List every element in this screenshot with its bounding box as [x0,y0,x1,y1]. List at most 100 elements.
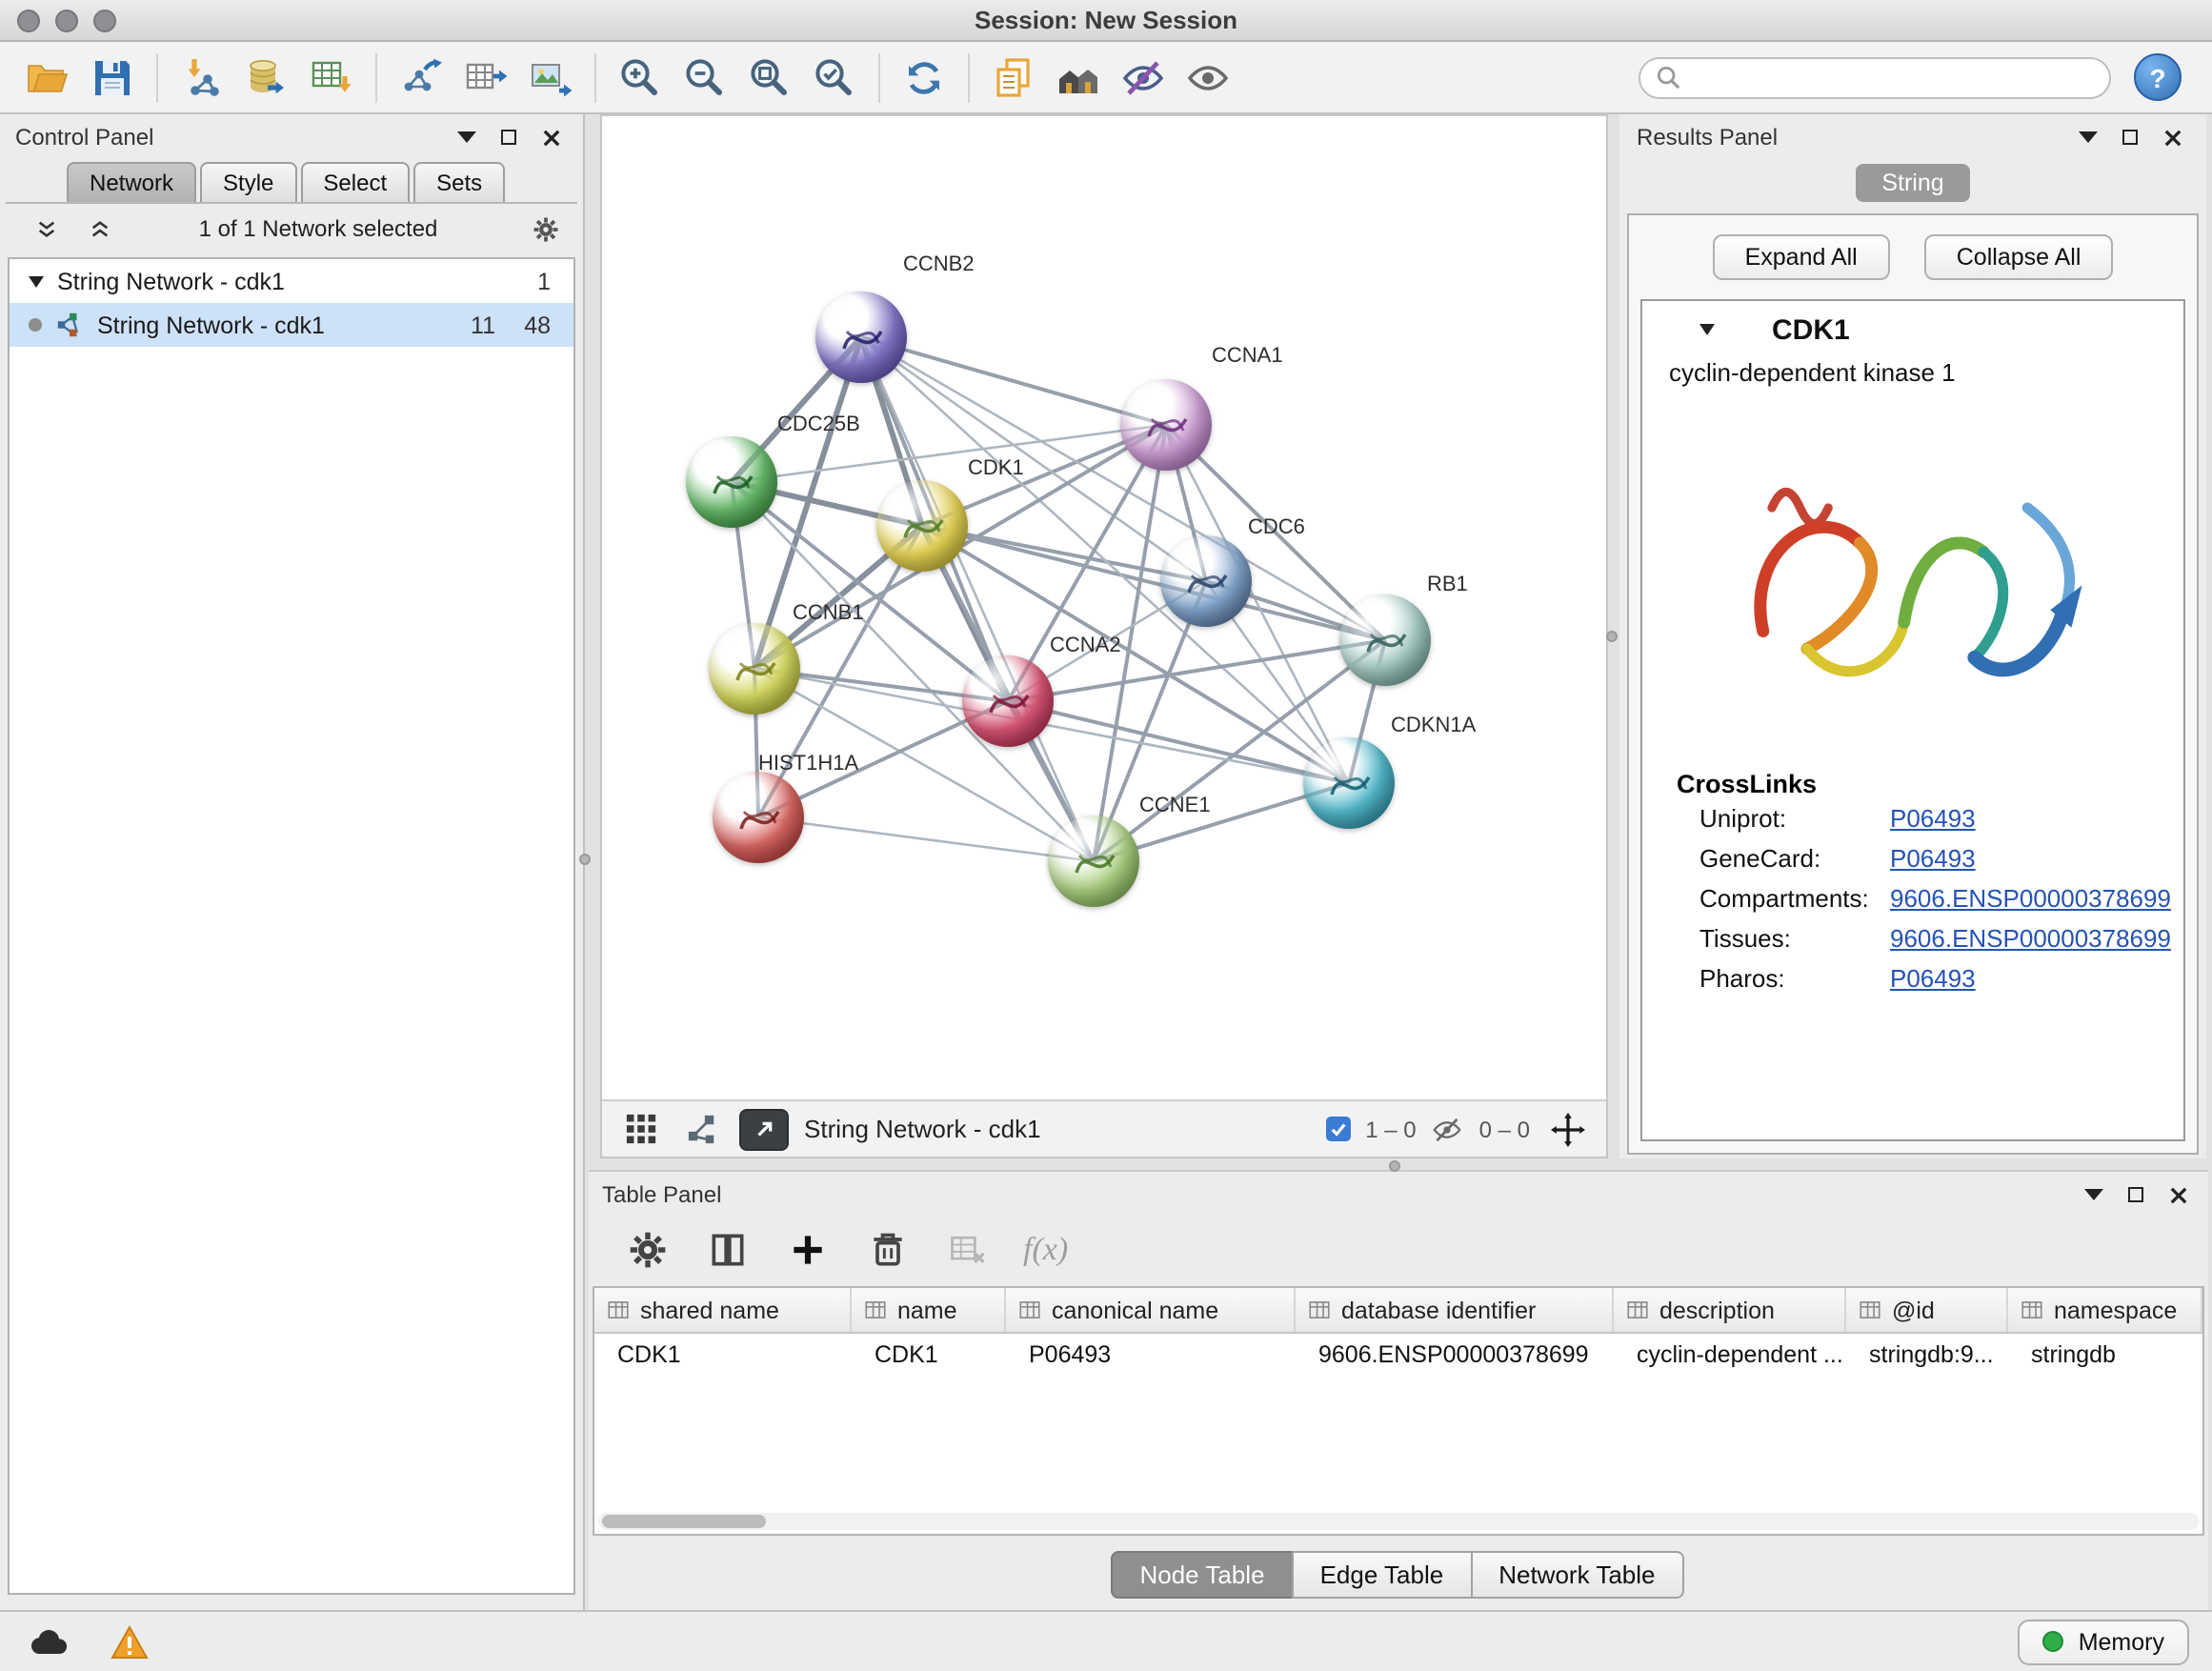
network-row-selected[interactable]: String Network - cdk1 11 48 [10,303,573,347]
float-panel-button[interactable] [2113,124,2147,151]
cell-canonical-name[interactable]: P06493 [1006,1334,1296,1376]
network-collection-row[interactable]: String Network - cdk1 1 [10,259,573,303]
collapse-all-button[interactable]: Collapse All [1924,234,2114,280]
cell-shared-name[interactable]: CDK1 [594,1334,852,1376]
selected-checkbox-icon[interactable] [1325,1117,1350,1141]
column-header-name[interactable]: name [852,1288,1006,1332]
expander-triangle-icon[interactable] [29,275,44,287]
column-header-shared-name[interactable]: shared name [594,1288,852,1332]
export-network-button[interactable] [389,49,453,106]
close-panel-button[interactable] [533,124,568,151]
warnings-button[interactable] [103,1619,156,1664]
network-edge[interactable] [861,337,1094,861]
crosslink-pharos-link[interactable]: P06493 [1890,964,1976,993]
tab-style[interactable]: Style [200,162,296,202]
delete-column-button[interactable] [863,1225,913,1275]
cell-name[interactable]: CDK1 [852,1334,1006,1376]
import-table-button[interactable] [299,49,364,106]
network-canvas[interactable]: CCNB2CCNA1CDC25BCDK1CDC6RB1CCNB1CCNA2CDK… [602,116,1606,1099]
splitter-handle[interactable] [579,854,591,865]
zoom-fit-button[interactable] [737,49,802,106]
expand-all-button[interactable]: Expand All [1713,234,1890,280]
expand-all-networks-button[interactable] [29,215,63,242]
cloud-sync-button[interactable] [23,1619,76,1664]
splitter-handle[interactable] [1606,631,1618,642]
apply-layout-button[interactable] [892,49,956,106]
table-options-button[interactable] [623,1225,673,1275]
collapse-panel-button[interactable] [450,124,484,151]
tab-network[interactable]: Network [67,162,196,202]
network-node-cdc25b[interactable] [686,436,777,528]
import-network-database-button[interactable] [234,49,299,106]
crosslink-uniprot-link[interactable]: P06493 [1890,804,1976,833]
zoom-window-button[interactable] [93,10,116,32]
import-network-file-button[interactable] [170,49,234,106]
network-node-ccne1[interactable] [1048,815,1139,907]
collapse-panel-button[interactable] [2077,1181,2111,1208]
results-tab-string[interactable]: String [1855,164,1970,202]
show-columns-button[interactable] [703,1225,753,1275]
network-edge[interactable] [861,337,1166,425]
close-panel-button[interactable] [2161,1181,2195,1208]
network-edge[interactable] [758,817,1094,861]
export-image-button[interactable] [518,49,583,106]
save-session-button[interactable] [80,49,145,106]
column-header-database-identifier[interactable]: database identifier [1296,1288,1614,1332]
network-node-hist1h1a[interactable] [713,772,804,863]
network-options-button[interactable] [528,215,562,242]
network-node-ccnb1[interactable] [709,623,800,715]
cell-namespace[interactable]: stringdb [2008,1334,2202,1376]
first-neighbors-button[interactable] [1046,49,1111,106]
splitter-handle[interactable] [1389,1160,1400,1172]
float-panel-button[interactable] [492,124,526,151]
network-node-rb1[interactable] [1339,594,1431,686]
network-node-cdc6[interactable] [1160,535,1252,627]
close-panel-button[interactable] [2155,124,2189,151]
table-row[interactable]: CDK1 CDK1 P06493 9606.ENSP00000378699 cy… [594,1334,2202,1376]
cell-id[interactable]: stringdb:9... [1846,1334,2008,1376]
birdseye-view-button[interactable] [678,1108,724,1150]
tab-sets[interactable]: Sets [413,162,505,202]
function-builder-button[interactable]: f(x) [1023,1231,1068,1269]
collapse-all-networks-button[interactable] [82,215,116,242]
tab-select[interactable]: Select [300,162,410,202]
hide-selected-button[interactable] [1111,49,1176,106]
delete-table-button-disabled[interactable] [943,1225,993,1275]
crosslink-compartments-link[interactable]: 9606.ENSP00000378699 [1890,884,2171,913]
create-column-button[interactable] [783,1225,833,1275]
export-table-button[interactable] [453,49,518,106]
pan-mode-button[interactable] [1545,1108,1591,1150]
zoom-in-button[interactable] [608,49,673,106]
column-header-canonical-name[interactable]: canonical name [1006,1288,1296,1332]
zoom-selected-button[interactable] [802,49,867,106]
network-edge[interactable] [1008,701,1349,783]
collapse-panel-button[interactable] [2071,124,2105,151]
open-session-button[interactable] [15,49,80,106]
scrollbar-thumb[interactable] [602,1515,766,1528]
zoom-out-button[interactable] [673,49,737,106]
memory-button[interactable]: Memory [2018,1619,2189,1664]
network-node-ccna2[interactable] [962,655,1054,747]
clone-network-button[interactable] [981,49,1046,106]
minimize-window-button[interactable] [55,10,78,32]
crosslink-genecard-link[interactable]: P06493 [1890,844,1976,873]
tab-edge-table[interactable]: Edge Table [1292,1551,1473,1599]
cell-database-identifier[interactable]: 9606.ENSP00000378699 [1296,1334,1614,1376]
horizontal-scrollbar[interactable] [598,1513,2199,1530]
network-node-cdk1[interactable] [876,480,968,572]
column-header-namespace[interactable]: namespace [2008,1288,2202,1332]
close-window-button[interactable] [17,10,40,32]
float-panel-button[interactable] [2119,1181,2153,1208]
network-node-ccnb2[interactable] [815,292,907,383]
column-header-id[interactable]: @id [1846,1288,2008,1332]
search-input[interactable] [1692,64,2094,91]
tab-node-table[interactable]: Node Table [1111,1551,1293,1599]
show-all-button[interactable] [1176,49,1240,106]
tab-network-table[interactable]: Network Table [1470,1551,1683,1599]
network-node-ccna1[interactable] [1120,379,1212,471]
network-node-cdkn1a[interactable] [1303,737,1395,829]
detach-view-button[interactable] [739,1108,789,1150]
gene-expander-icon[interactable] [1699,324,1715,335]
column-header-description[interactable]: description [1614,1288,1846,1332]
grid-view-button[interactable] [617,1108,663,1150]
